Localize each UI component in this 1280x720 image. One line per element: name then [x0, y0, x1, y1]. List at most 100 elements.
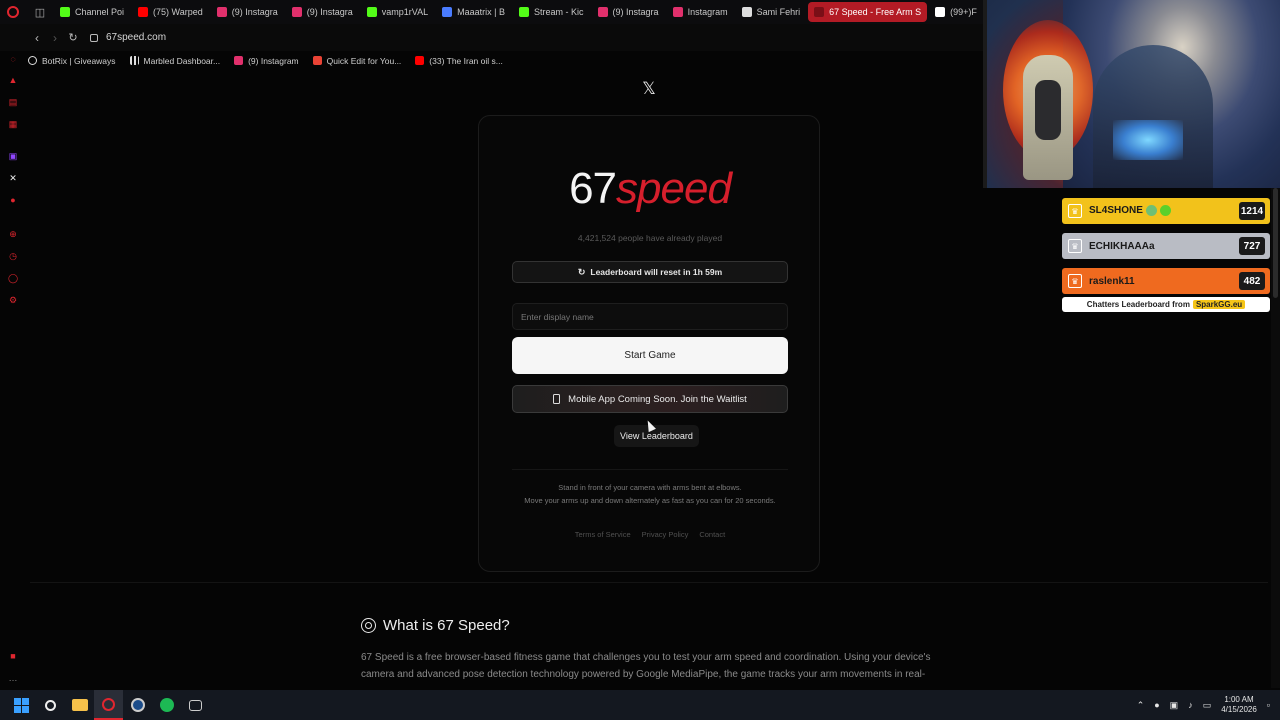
gx-icon[interactable]: ■ — [7, 650, 19, 662]
xbox-icon[interactable] — [181, 690, 210, 720]
bookmark-marbled[interactable]: Marbled Dashboar... — [129, 56, 220, 66]
tab-label: (9) Instagra — [306, 7, 353, 17]
crown-icon: ♛ — [1068, 274, 1082, 288]
clock-date: 4/15/2026 — [1221, 705, 1257, 714]
lock-icon — [90, 33, 98, 42]
aria-icon[interactable]: ◌ — [7, 53, 19, 65]
chatter-badge-icon — [1145, 205, 1157, 217]
chatter-name-text: ECHIKHAAAa — [1089, 240, 1155, 252]
divider — [512, 469, 788, 470]
more-icon[interactable]: … — [7, 672, 19, 684]
forward-icon[interactable]: › — [46, 28, 64, 48]
tab-5[interactable]: Maaatrix | B — [436, 2, 511, 22]
tab-label: (9) Instagra — [231, 7, 278, 17]
chatter-name: SL4SHONE — [1089, 205, 1239, 217]
downloads-icon[interactable]: ◯ — [7, 272, 19, 284]
refresh-icon: ↻ — [577, 266, 586, 277]
instagram-icon — [216, 7, 227, 17]
join-waitlist-button[interactable]: Mobile App Coming Soon. Join the Waitlis… — [512, 385, 788, 413]
kick-icon — [519, 7, 530, 17]
tab-8[interactable]: Instagram — [667, 2, 734, 22]
tab-9[interactable]: Sami Fehri — [736, 2, 807, 22]
terms-link[interactable]: Terms of Service — [575, 530, 631, 539]
start-game-button[interactable]: Start Game — [512, 337, 788, 374]
chatters-footer: Chatters Leaderboard from SparkGG.eu — [1062, 297, 1270, 312]
tab-11[interactable]: (99+)F — [929, 2, 983, 22]
volume-icon[interactable]: ♪ — [1188, 700, 1193, 710]
tab-label: Maaatrix | B — [457, 7, 506, 17]
file-explorer-icon[interactable] — [65, 690, 94, 720]
chatter-score: 482 — [1239, 272, 1265, 290]
opera-sidebar: ◌ ▲ ▤ ▦ ▣ ✕ ● ⊕ ◷ ◯ ⚙ ■ … — [0, 44, 26, 694]
url-text: 67speed.com — [106, 32, 167, 43]
brand-number: 67 — [569, 164, 617, 213]
tab-7[interactable]: (9) Instagra — [592, 2, 665, 22]
grid-icon — [129, 56, 139, 65]
add-icon[interactable]: ⊕ — [7, 228, 19, 240]
tab-4[interactable]: vamp1rVAL — [361, 2, 434, 22]
tab-0[interactable]: Channel Poi — [54, 2, 130, 22]
tab-6[interactable]: Stream - Kic — [513, 2, 590, 22]
leaderboard-reset-notice: ↻ Leaderboard will reset in 1h 59m — [512, 261, 788, 283]
history-icon[interactable]: ◷ — [7, 250, 19, 262]
messenger-icon[interactable]: ▲ — [7, 74, 19, 86]
display-name-input[interactable] — [512, 303, 788, 330]
webcam-frame — [983, 0, 1280, 188]
bookmark-botrix[interactable]: BotRix | Giveaways — [28, 56, 116, 66]
tab-label: (99+)F — [950, 7, 977, 17]
bookmarks-bar: BotRix | Giveaways Marbled Dashboar... (… — [28, 51, 985, 70]
network-icon[interactable]: ▣ — [1170, 700, 1179, 711]
tab-overview-icon[interactable]: ◫ — [26, 0, 54, 24]
chatters-leaderboard: ♛ SL4SHONE 1214 ♛ ECHIKHAAAa 727 ♛ raslenk11 482… — [1062, 198, 1270, 312]
crown-icon: ♛ — [1068, 204, 1082, 218]
instagram-icon — [597, 7, 608, 17]
tabs: Channel Poi (75) Warped (9) Instagra (9) In… — [54, 2, 985, 22]
tab-3[interactable]: (9) Instagra — [286, 2, 359, 22]
what-is-title: What is 67 Speed? — [383, 617, 510, 634]
x-icon[interactable]: ✕ — [7, 172, 19, 184]
chatter-row: ♛ raslenk11 482 — [1062, 268, 1270, 294]
bookmark-star-icon — [28, 56, 37, 65]
tab-10[interactable]: 67 Speed - Free Arm S — [808, 2, 928, 22]
settings-icon[interactable]: ⚙ — [7, 294, 19, 306]
clock[interactable]: 1:00 AM 4/15/2026 — [1221, 695, 1257, 715]
chatter-score: 1214 — [1239, 202, 1265, 220]
steam-icon[interactable] — [123, 690, 152, 720]
url-field[interactable]: 67speed.com — [90, 32, 166, 43]
opera-gx-icon[interactable] — [94, 690, 123, 720]
back-icon[interactable]: ‹ — [28, 28, 46, 48]
twitch-icon[interactable]: ▣ — [7, 150, 19, 162]
view-leaderboard-button[interactable]: View Leaderboard — [614, 425, 699, 447]
bookmark-iran-oil[interactable]: (33) The Iran oil s... — [415, 56, 503, 66]
chatter-row: ♛ SL4SHONE 1214 — [1062, 198, 1270, 224]
bookmark-b-icon — [442, 7, 453, 17]
system-tray: ⌃ ● ▣ ♪ ▭ 1:00 AM 4/15/2026 ▫ — [1137, 690, 1280, 720]
bookmark-instagram[interactable]: (9) Instagram — [234, 56, 299, 66]
opera-menu-icon[interactable] — [0, 0, 26, 24]
start-icon[interactable] — [7, 690, 36, 720]
bookmark-quick-edit[interactable]: Quick Edit for You... — [312, 56, 401, 66]
tab-2[interactable]: (9) Instagra — [211, 2, 284, 22]
privacy-link[interactable]: Privacy Policy — [642, 530, 689, 539]
notification-icon[interactable]: ▫ — [1267, 700, 1270, 710]
chatter-name: ECHIKHAAAa — [1089, 241, 1239, 252]
search-icon[interactable] — [36, 690, 65, 720]
tab-label: Instagram — [687, 7, 728, 17]
spotify-icon[interactable] — [152, 690, 181, 720]
chatters-footer-text: Chatters Leaderboard from — [1086, 300, 1190, 309]
reddit-icon[interactable]: ● — [7, 194, 19, 206]
x-logo-icon[interactable]: 𝕏 — [640, 80, 658, 98]
reload-icon[interactable]: ↻ — [64, 28, 82, 48]
contact-link[interactable]: Contact — [699, 530, 725, 539]
chevron-up-icon[interactable]: ⌃ — [1137, 700, 1145, 711]
battery-icon[interactable]: ▭ — [1203, 700, 1212, 711]
scroll-thumb[interactable] — [1273, 188, 1278, 298]
bookmark-panel-icon[interactable]: ▦ — [7, 118, 19, 130]
page-scrollbar[interactable] — [1271, 188, 1280, 688]
workspace-icon[interactable]: ▤ — [7, 96, 19, 108]
microphone-icon[interactable]: ● — [1154, 700, 1159, 710]
google-icon — [741, 7, 752, 17]
game-card: 67speed 4,421,524 people have already pl… — [478, 115, 820, 572]
tab-1[interactable]: (75) Warped — [132, 2, 209, 22]
tab-label: 67 Speed - Free Arm S — [829, 7, 922, 17]
